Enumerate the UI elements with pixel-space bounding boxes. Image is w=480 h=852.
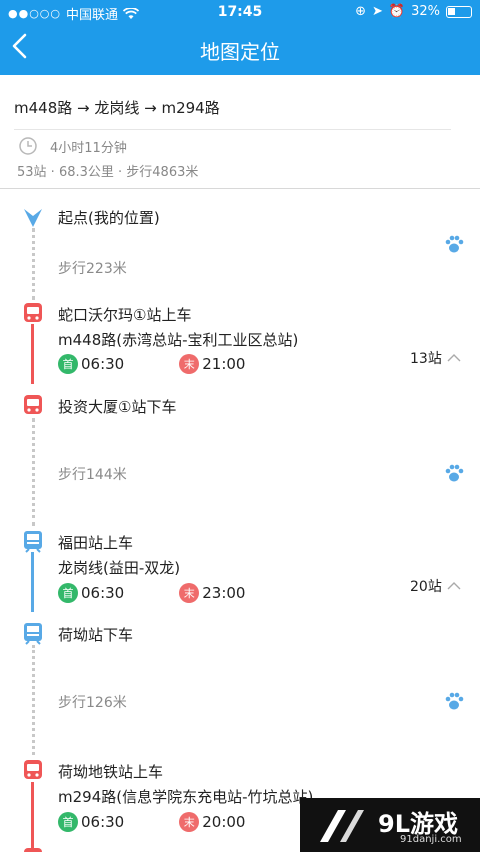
walk-connector <box>32 228 35 300</box>
board-station: 蛇口沃尔玛①站上车 <box>58 306 192 324</box>
service-hours: 首 06:30 末 20:00 <box>58 812 245 832</box>
stop-count-toggle[interactable]: 13站 <box>410 348 462 368</box>
alight-station: 荷坳站下车 <box>58 626 134 644</box>
route-summary: m448路 → 龙岗线 → m294路 4小时11分钟 53站 · 68.3公里… <box>0 75 480 189</box>
walk-distance: 步行144米 <box>58 467 127 483</box>
service-hours: 首 06:30 末 23:00 <box>58 583 245 603</box>
chevron-up-icon <box>447 354 461 362</box>
start-arrow-icon <box>24 209 42 227</box>
alarm-icon: ⏰ <box>388 4 406 19</box>
walk-distance: 步行126米 <box>58 695 127 711</box>
top-bar: ●●○○○ 中国联通 17:45 ⊕ ➤ ⏰ 32% 地图定位 <box>0 0 480 75</box>
battery-percent: 32% <box>411 4 440 19</box>
first-train-badge: 首 <box>58 583 78 603</box>
metro-route-name: 龙岗线(益田-双龙) <box>58 559 181 577</box>
first-train-time: 06:30 <box>81 584 125 602</box>
stop-count: 13站 <box>410 351 442 367</box>
bus-icon <box>24 760 42 779</box>
start-point: 起点(我的位置) <box>58 209 160 227</box>
nav-bar: 地图定位 <box>0 24 480 75</box>
stop-count: 20站 <box>410 579 442 595</box>
alight-station: 投资大厦①站下车 <box>58 398 177 416</box>
stop-count-toggle[interactable]: 20站 <box>410 576 462 596</box>
walk-paw-icon[interactable] <box>443 233 465 255</box>
bus-line-segment <box>31 782 34 852</box>
bus-route-name: m448路(赤湾总站-宝利工业区总站) <box>58 331 299 349</box>
last-bus-time: 21:00 <box>202 355 246 373</box>
rotation-lock-icon: ⊕ <box>355 4 366 19</box>
chevron-up-icon <box>447 582 461 590</box>
first-bus-time: 06:30 <box>81 813 125 831</box>
trip-duration: 4小时11分钟 <box>50 141 127 156</box>
watermark-url: 91danji.com <box>400 834 462 845</box>
first-bus-badge: 首 <box>58 812 78 832</box>
watermark-logo-mark <box>320 810 364 842</box>
last-train-time: 23:00 <box>202 584 246 602</box>
route-lines: m448路 → 龙岗线 → m294路 <box>14 99 220 117</box>
last-bus-badge: 末 <box>179 354 200 374</box>
walk-distance: 步行223米 <box>58 261 127 277</box>
bus-line-segment <box>31 324 34 384</box>
bus-icon <box>24 303 42 322</box>
service-hours: 首 06:30 末 21:00 <box>58 354 245 374</box>
status-bar: ●●○○○ 中国联通 17:45 ⊕ ➤ ⏰ 32% <box>0 0 480 24</box>
clock-icon <box>19 137 37 155</box>
metro-icon <box>24 531 42 553</box>
metro-icon <box>24 623 42 645</box>
page-title: 地图定位 <box>200 40 280 64</box>
trip-meta: 53站 · 68.3公里 · 步行4863米 <box>17 165 199 180</box>
first-bus-badge: 首 <box>58 354 78 374</box>
board-station: 荷坳地铁站上车 <box>58 763 164 781</box>
bus-icon <box>24 395 42 414</box>
first-bus-time: 06:30 <box>81 355 125 373</box>
bus-route-name: m294路(信息学院东充电站-竹坑总站) <box>58 788 314 806</box>
location-arrow-icon: ➤ <box>372 4 383 19</box>
last-train-badge: 末 <box>179 583 200 603</box>
walk-connector <box>32 645 35 755</box>
last-bus-badge: 末 <box>179 812 200 832</box>
watermark: 9L游戏 91danji.com <box>300 798 480 852</box>
metro-line-segment <box>31 552 34 612</box>
bus-icon <box>24 848 42 852</box>
battery-icon <box>446 5 472 18</box>
last-bus-time: 20:00 <box>202 813 246 831</box>
divider <box>14 129 451 130</box>
walk-paw-icon[interactable] <box>443 462 465 484</box>
walk-paw-icon[interactable] <box>443 690 465 712</box>
walk-connector <box>32 418 35 526</box>
board-station: 福田站上车 <box>58 534 134 552</box>
